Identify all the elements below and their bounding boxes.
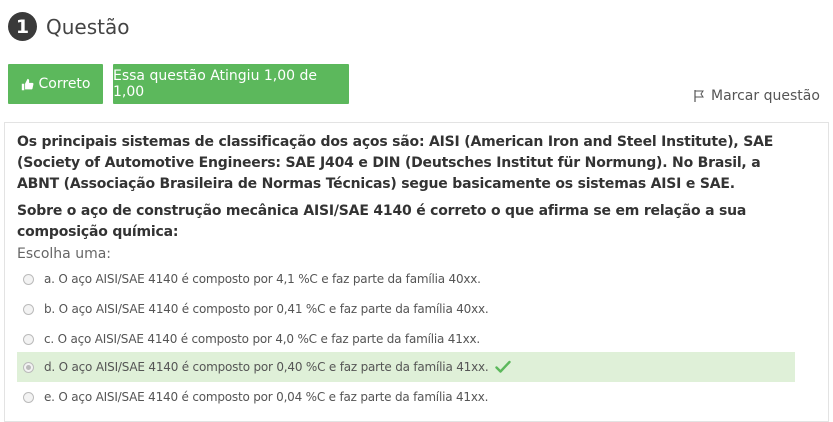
question-paragraph-1: Os principais sistemas de classificação … xyxy=(17,134,774,192)
option-label: c. O aço AISI/SAE 4140 é composto por 4,… xyxy=(44,332,481,346)
radio-button[interactable] xyxy=(23,333,34,345)
radio-button-selected[interactable] xyxy=(23,361,34,373)
option-label: a. O aço AISI/SAE 4140 é composto por 4,… xyxy=(44,272,481,286)
thumbs-up-icon xyxy=(21,78,34,91)
radio-button[interactable] xyxy=(23,273,34,285)
question-text: Os principais sistemas de classificação … xyxy=(17,132,797,249)
answer-option-c[interactable]: c. O aço AISI/SAE 4140 é composto por 4,… xyxy=(17,324,795,354)
question-title: Questão xyxy=(46,14,130,39)
checkmark-icon xyxy=(494,360,511,374)
question-header: 1 Questão xyxy=(8,12,129,41)
correct-badge: Correto xyxy=(8,64,103,104)
radio-button[interactable] xyxy=(23,303,34,315)
score-badge: Essa questão Atingiu 1,00 de 1,00 xyxy=(113,64,349,104)
answer-option-b[interactable]: b. O aço AISI/SAE 4140 é composto por 0,… xyxy=(17,294,795,324)
answer-option-d[interactable]: d. O aço AISI/SAE 4140 é composto por 0,… xyxy=(17,352,795,382)
question-paragraph-2: Sobre o aço de construção mecânica AISI/… xyxy=(17,203,747,240)
question-number: 1 xyxy=(8,12,37,41)
choose-label: Escolha uma: xyxy=(17,246,112,262)
option-label: b. O aço AISI/SAE 4140 é composto por 0,… xyxy=(44,302,489,316)
option-label: e. O aço AISI/SAE 4140 é composto por 0,… xyxy=(44,390,489,404)
flag-question-label: Marcar questão xyxy=(711,88,820,104)
answer-option-a[interactable]: a. O aço AISI/SAE 4140 é composto por 4,… xyxy=(17,264,795,294)
question-content-box: Os principais sistemas de classificação … xyxy=(4,122,829,422)
option-label: d. O aço AISI/SAE 4140 é composto por 0,… xyxy=(44,360,489,374)
correct-label: Correto xyxy=(38,76,91,92)
answer-option-e[interactable]: e. O aço AISI/SAE 4140 é composto por 0,… xyxy=(17,382,795,412)
flag-question-link[interactable]: Marcar questão xyxy=(693,88,820,104)
radio-button[interactable] xyxy=(23,391,34,403)
flag-icon xyxy=(694,90,704,102)
